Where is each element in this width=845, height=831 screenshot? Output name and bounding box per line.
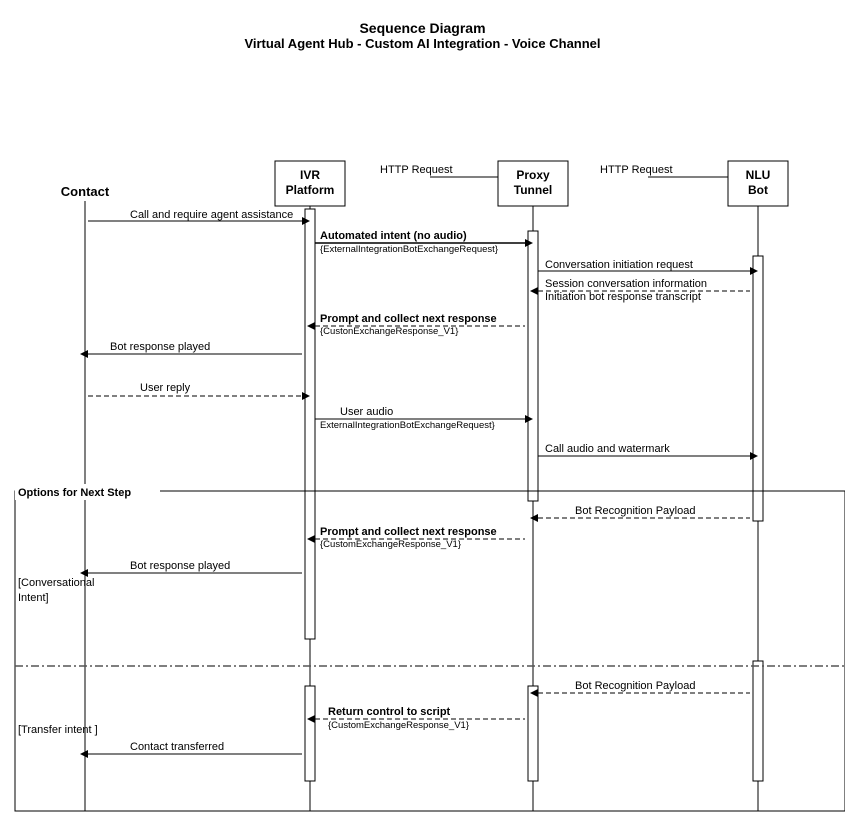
bracket-conversational-2: Intent] bbox=[18, 592, 49, 604]
msg5-sub: {CustonExchangeResponse_V1} bbox=[320, 326, 458, 337]
msg10-label: Bot Recognition Payload bbox=[575, 505, 695, 517]
bracket-transfer: [Transfer intent ] bbox=[18, 724, 98, 736]
proxy-label-2: Tunnel bbox=[514, 183, 552, 197]
ivr-label-1: IVR bbox=[300, 168, 320, 182]
msg8-label: User audio bbox=[340, 406, 393, 418]
msg11-label: Prompt and collect next response bbox=[320, 526, 497, 538]
bracket-conversational-1: [Conversational bbox=[18, 577, 94, 589]
msg4-label: Session conversation information bbox=[545, 278, 707, 290]
contact-label: Contact bbox=[61, 184, 110, 199]
msg7-label: User reply bbox=[140, 382, 191, 394]
msg12-label: Bot response played bbox=[130, 560, 230, 572]
msg1-label: Call and require agent assistance bbox=[130, 209, 293, 221]
http-label-2: HTTP Request bbox=[600, 164, 673, 176]
title-line1: Sequence Diagram bbox=[10, 20, 835, 36]
msg3-label: Conversation initiation request bbox=[545, 259, 693, 271]
msg15-label: Contact transferred bbox=[130, 741, 224, 753]
msg2-label: Automated intent (no audio) bbox=[320, 230, 467, 242]
proxy-label-1: Proxy bbox=[516, 168, 550, 182]
ivr-label-2: Platform bbox=[286, 183, 335, 197]
msg14-sub: {CustomExchangeResponse_V1} bbox=[328, 720, 469, 731]
diagram-container: Sequence Diagram Virtual Agent Hub - Cus… bbox=[0, 0, 845, 831]
nlu-label-1: NLU bbox=[746, 168, 771, 182]
msg13-label: Bot Recognition Payload bbox=[575, 680, 695, 692]
msg2-sub: {ExternalIntegrationBotExchangeRequest} bbox=[320, 244, 498, 255]
msg8-sub: ExternalIntegrationBotExchangeRequest} bbox=[320, 420, 495, 431]
http-label-1: HTTP Request bbox=[380, 164, 453, 176]
msg11-sub: {CustomExchangeResponse_V1} bbox=[320, 539, 461, 550]
msg9-label: Call audio and watermark bbox=[545, 443, 670, 455]
msg14-label: Return control to script bbox=[328, 706, 451, 718]
nlu-label-2: Bot bbox=[748, 183, 768, 197]
msg4-sub: Initiation bot response transcript bbox=[545, 291, 701, 303]
msg5-label: Prompt and collect next response bbox=[320, 313, 497, 325]
proxy-activation bbox=[528, 231, 538, 501]
nlu-activation bbox=[753, 256, 763, 521]
msg6-label: Bot response played bbox=[110, 341, 210, 353]
diagram-title: Sequence Diagram Virtual Agent Hub - Cus… bbox=[10, 10, 835, 51]
title-line2: Virtual Agent Hub - Custom AI Integratio… bbox=[10, 36, 835, 51]
options-box-label: Options for Next Step bbox=[18, 487, 131, 499]
sequence-svg: HTTP Request HTTP Request Contact IVR Pl… bbox=[10, 71, 845, 821]
msg6-arrow bbox=[80, 350, 88, 358]
